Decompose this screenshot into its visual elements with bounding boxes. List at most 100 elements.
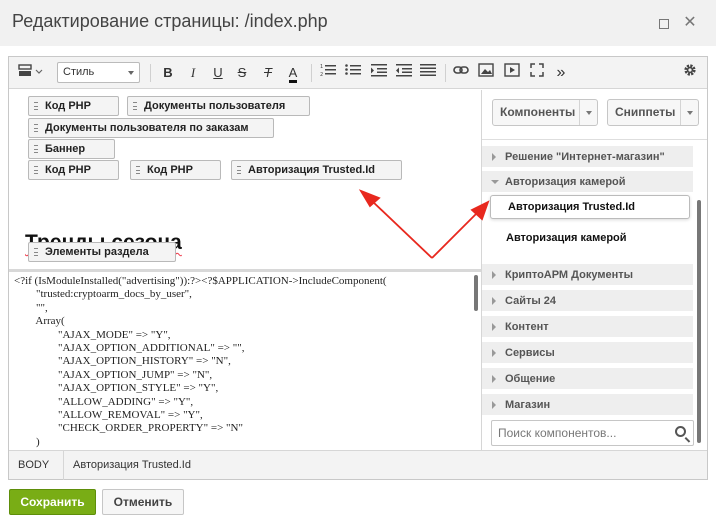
- more-tools-icon[interactable]: »: [552, 63, 570, 83]
- code-scrollbar[interactable]: [474, 275, 478, 311]
- drag-handle-icon[interactable]: [34, 145, 38, 153]
- category-cryptoarm-docs[interactable]: КриптоАРМ Документы: [482, 264, 693, 286]
- category-label: Контент: [505, 321, 549, 333]
- category-internet-shop[interactable]: Решение "Интернет-магазин": [482, 146, 693, 168]
- image-icon[interactable]: [477, 63, 495, 83]
- drag-handle-icon[interactable]: [34, 102, 38, 110]
- component-block[interactable]: Код PHP: [130, 160, 221, 180]
- chevron-right-icon: [492, 349, 496, 357]
- code-line: ): [14, 435, 40, 448]
- align-icon[interactable]: [419, 63, 437, 83]
- font-color-letter: A: [288, 66, 298, 83]
- fullscreen-icon[interactable]: [528, 63, 546, 83]
- category-label: Магазин: [505, 399, 551, 411]
- category-label: Сервисы: [505, 347, 555, 359]
- gear-icon[interactable]: [681, 63, 699, 83]
- component-block[interactable]: Документы пользователя: [127, 96, 310, 116]
- category-label: КриптоАРМ Документы: [505, 269, 634, 281]
- category-camera-auth[interactable]: Авторизация камерой: [482, 171, 693, 193]
- code-line: "AJAX_OPTION_JUMP" => "N",: [14, 368, 213, 381]
- close-icon[interactable]: ✕: [680, 13, 700, 33]
- view-mode-icon[interactable]: [17, 63, 45, 83]
- outdent-icon[interactable]: [395, 63, 413, 83]
- link-icon[interactable]: [452, 63, 470, 83]
- search-icon[interactable]: [675, 426, 686, 437]
- code-line: "CHECK_ORDER_PROPERTY" => "N": [14, 422, 243, 435]
- component-item-label: Авторизация камерой: [506, 232, 627, 244]
- code-editor[interactable]: <?if (IsModuleInstalled("advertising")):…: [9, 272, 481, 450]
- component-item-label: Авторизация Trusted.Id: [508, 201, 636, 213]
- style-select-value: Стиль: [63, 66, 95, 78]
- search-placeholder: Поиск компонентов...: [498, 426, 617, 440]
- component-block[interactable]: Элементы раздела: [28, 242, 176, 262]
- category-services[interactable]: Сервисы: [482, 342, 693, 364]
- save-button[interactable]: Сохранить: [9, 489, 96, 515]
- svg-text:1: 1: [320, 64, 323, 70]
- chevron-down-icon: [491, 180, 499, 184]
- clear-format-icon[interactable]: T: [259, 63, 277, 83]
- chevron-down-icon[interactable]: [579, 100, 597, 125]
- component-block[interactable]: Документы пользователя по заказам: [28, 118, 274, 138]
- components-sidebar: Компоненты Сниппеты Решение "Интернет-ма…: [482, 90, 707, 450]
- cancel-button[interactable]: Отменить: [102, 489, 184, 515]
- code-line: "trusted:cryptoarm_docs_by_user",: [14, 288, 192, 301]
- window-title: Редактирование страницы: /index.php: [12, 11, 328, 31]
- component-search[interactable]: Поиск компонентов...: [491, 420, 694, 446]
- bulleted-list-icon[interactable]: [344, 63, 362, 83]
- underline-icon[interactable]: U: [209, 63, 227, 83]
- component-item-camera-auth[interactable]: Авторизация камерой: [482, 226, 693, 250]
- category-label: Авторизация камерой: [505, 176, 626, 188]
- category-communication[interactable]: Общение: [482, 368, 693, 390]
- ordered-list-icon[interactable]: 12: [319, 63, 337, 83]
- drag-handle-icon[interactable]: [34, 124, 38, 132]
- strikethrough-icon[interactable]: S: [233, 63, 251, 83]
- video-icon[interactable]: [503, 63, 521, 83]
- chevron-right-icon: [492, 153, 496, 161]
- toolbar-divider: [150, 64, 151, 82]
- drag-handle-icon[interactable]: [237, 166, 241, 174]
- component-item-trusted-id[interactable]: Авторизация Trusted.Id: [490, 195, 690, 219]
- component-label: Документы пользователя по заказам: [45, 122, 249, 134]
- drag-handle-icon[interactable]: [136, 166, 140, 174]
- sidebar-scrollbar[interactable]: [697, 200, 701, 443]
- code-line: <?if (IsModuleInstalled("advertising")):…: [14, 275, 387, 287]
- category-label: Общение: [505, 373, 556, 385]
- code-line: Array(: [14, 315, 65, 328]
- category-sites24[interactable]: Сайты 24: [482, 290, 693, 312]
- indent-icon[interactable]: [370, 63, 388, 83]
- code-line: "AJAX_OPTION_ADDITIONAL" => "",: [14, 342, 245, 355]
- editor-toolbar: Стиль B I U S T A 12 »: [9, 57, 707, 89]
- breadcrumb-component[interactable]: Авторизация Trusted.Id: [64, 451, 200, 480]
- category-store[interactable]: Магазин: [482, 394, 693, 416]
- chevron-right-icon: [492, 323, 496, 331]
- code-line: "ALLOW_ADDING" => "Y",: [14, 395, 194, 408]
- italic-icon[interactable]: I: [184, 63, 202, 83]
- chevron-down-icon[interactable]: [680, 100, 698, 125]
- drag-handle-icon[interactable]: [34, 248, 38, 256]
- component-block[interactable]: Баннер: [28, 139, 115, 159]
- component-label: Элементы раздела: [45, 246, 149, 258]
- window-titlebar: Редактирование страницы: /index.php ✕: [0, 0, 716, 46]
- bold-icon[interactable]: B: [159, 63, 177, 83]
- style-select[interactable]: Стиль: [57, 62, 140, 83]
- component-tree: Решение "Интернет-магазин" Авторизация к…: [482, 139, 707, 416]
- breadcrumb-body[interactable]: BODY: [9, 451, 58, 480]
- visual-editor-area[interactable]: Код PHP Документы пользователя Документы…: [9, 90, 481, 270]
- component-block[interactable]: Код PHP: [28, 96, 119, 116]
- component-block[interactable]: Авторизация Trusted.Id: [231, 160, 402, 180]
- code-line: "AJAX_MODE" => "Y",: [14, 328, 171, 341]
- component-block[interactable]: Код PHP: [28, 160, 119, 180]
- drag-handle-icon[interactable]: [34, 166, 38, 174]
- toolbar-divider: [311, 64, 312, 82]
- category-label: Сайты 24: [505, 295, 557, 307]
- components-button[interactable]: Компоненты: [492, 99, 598, 126]
- category-label: Решение "Интернет-магазин": [505, 151, 665, 163]
- snippets-button[interactable]: Сниппеты: [607, 99, 699, 126]
- maximize-icon[interactable]: [654, 13, 674, 33]
- font-color-icon[interactable]: A: [284, 63, 302, 83]
- code-line: "AJAX_OPTION_STYLE" => "Y",: [14, 382, 219, 395]
- code-line: "ALLOW_REMOVAL" => "Y",: [14, 409, 203, 422]
- category-content[interactable]: Контент: [482, 316, 693, 338]
- chevron-right-icon: [492, 401, 496, 409]
- drag-handle-icon[interactable]: [133, 102, 137, 110]
